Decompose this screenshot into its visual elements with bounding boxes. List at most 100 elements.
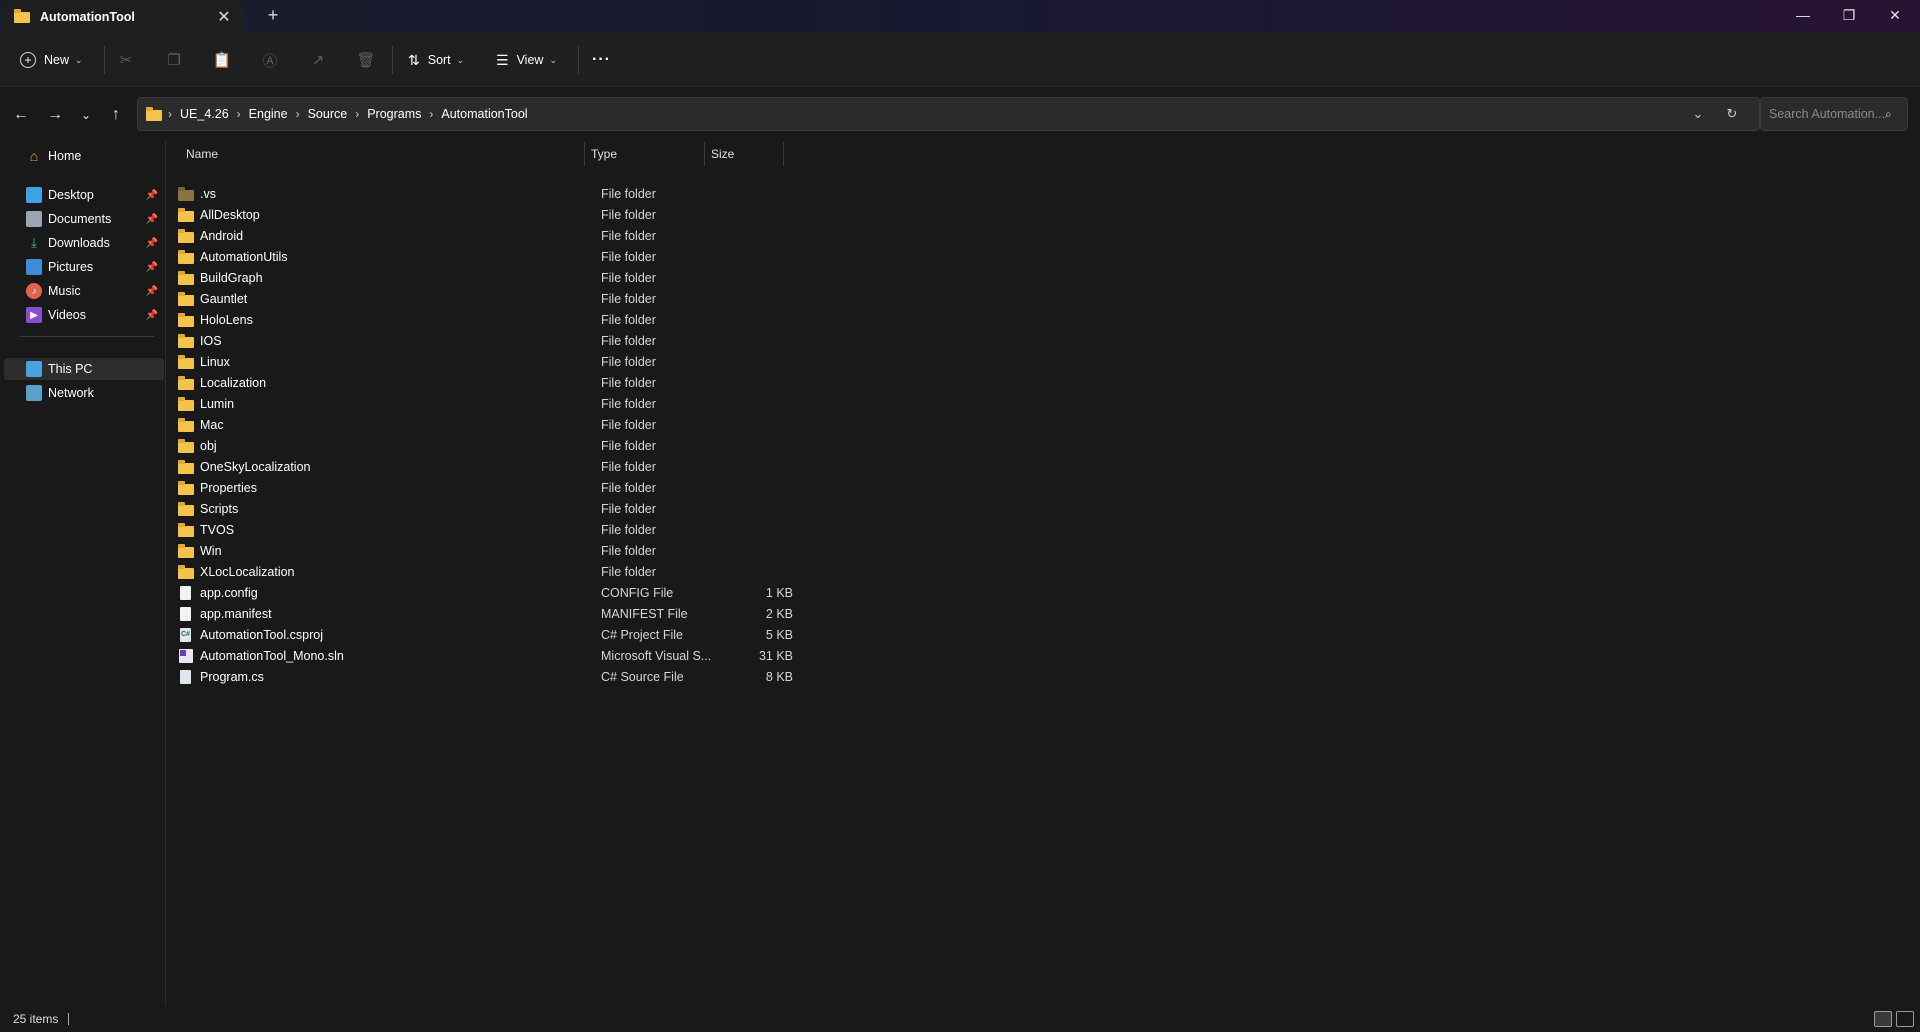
large-icons-view-icon[interactable]	[1896, 1011, 1914, 1027]
pin-icon[interactable]: 📌	[146, 238, 158, 249]
restore-button[interactable]: ❐	[1826, 0, 1872, 30]
search-box[interactable]: ⌕	[1760, 97, 1908, 131]
close-window-button[interactable]: ✕	[1872, 0, 1918, 30]
back-arrow-icon[interactable]: ←	[7, 101, 35, 129]
pin-icon[interactable]: 📌	[146, 286, 158, 297]
sort-button[interactable]: ⇅ Sort ⌄	[408, 45, 464, 75]
folder-icon	[178, 543, 194, 558]
search-input[interactable]	[1769, 107, 1885, 121]
sidebar-item-music[interactable]: ♪ Music 📌	[4, 280, 164, 302]
copy-icon[interactable]: ❐	[164, 50, 184, 70]
more-options-button[interactable]: ···	[592, 45, 611, 75]
breadcrumb-programs[interactable]: Programs	[367, 107, 421, 121]
documents-icon	[26, 211, 42, 227]
file-row[interactable]: app.manifest MANIFEST File 2 KB	[178, 603, 948, 624]
folder-row[interactable]: IOS File folder	[178, 330, 948, 351]
forward-arrow-icon[interactable]: →	[41, 101, 69, 129]
file-type: File folder	[601, 438, 656, 453]
folder-row[interactable]: Linux File folder	[178, 351, 948, 372]
file-name-cell: Scripts	[178, 498, 238, 519]
sidebar-item-desktop[interactable]: Desktop 📌	[4, 184, 164, 206]
file-type: File folder	[601, 564, 656, 579]
view-button[interactable]: ☰ View ⌄	[496, 45, 557, 75]
file-name: Win	[200, 543, 222, 558]
file-name-cell: OneSkyLocalization	[178, 456, 310, 477]
sidebar-item-label: Music	[48, 284, 81, 298]
details-view-icon[interactable]	[1874, 1011, 1892, 1027]
folder-row[interactable]: HoloLens File folder	[178, 309, 948, 330]
breadcrumb-automationtool[interactable]: AutomationTool	[441, 107, 527, 121]
chevron-down-icon: ⌄	[456, 54, 465, 65]
sidebar-item-label: Downloads	[48, 236, 110, 250]
folder-row[interactable]: BuildGraph File folder	[178, 267, 948, 288]
new-tab-button[interactable]: +	[262, 4, 284, 26]
sidebar-item-documents[interactable]: Documents 📌	[4, 208, 164, 230]
breadcrumb-separator: ›	[168, 107, 172, 121]
pin-icon[interactable]: 📌	[146, 214, 158, 225]
address-history-chevron-icon[interactable]: ⌄	[1684, 98, 1712, 130]
folder-row[interactable]: Localization File folder	[178, 372, 948, 393]
folder-row[interactable]: Mac File folder	[178, 414, 948, 435]
refresh-icon[interactable]: ↻	[1718, 98, 1746, 130]
folder-row[interactable]: Lumin File folder	[178, 393, 948, 414]
breadcrumb-source[interactable]: Source	[308, 107, 348, 121]
cut-icon[interactable]: ✂	[116, 50, 136, 70]
sidebar-item-videos[interactable]: ▶ Videos 📌	[4, 304, 164, 326]
sidebar-item-this-pc[interactable]: This PC	[4, 358, 164, 380]
file-row[interactable]: Program.cs C# Source File 8 KB	[178, 666, 948, 687]
column-header-name[interactable]: Name	[186, 140, 586, 168]
folder-row[interactable]: Properties File folder	[178, 477, 948, 498]
folder-row[interactable]: Win File folder	[178, 540, 948, 561]
folder-row[interactable]: AutomationUtils File folder	[178, 246, 948, 267]
delete-icon[interactable]: 🗑	[356, 50, 376, 70]
pin-icon[interactable]: 📌	[146, 262, 158, 273]
file-type: File folder	[601, 312, 656, 327]
file-row[interactable]: AutomationTool_Mono.sln Microsoft Visual …	[178, 645, 948, 666]
column-header-size[interactable]: Size	[711, 140, 781, 168]
folder-row[interactable]: obj File folder	[178, 435, 948, 456]
folder-row[interactable]: Gauntlet File folder	[178, 288, 948, 309]
sidebar-item-home[interactable]: ⌂ Home	[4, 145, 164, 167]
folder-row[interactable]: TVOS File folder	[178, 519, 948, 540]
folder-row[interactable]: Android File folder	[178, 225, 948, 246]
breadcrumb-engine[interactable]: Engine	[249, 107, 288, 121]
folder-icon	[178, 522, 194, 537]
file-name: OneSkyLocalization	[200, 459, 311, 474]
chevron-down-icon: ⌄	[549, 54, 557, 65]
folder-row[interactable]: .vs File folder	[178, 183, 948, 204]
folder-row[interactable]: OneSkyLocalization File folder	[178, 456, 948, 477]
file-type: MANIFEST File	[601, 606, 688, 621]
column-resize-handle[interactable]	[584, 142, 585, 166]
tab-close-icon[interactable]: ✕	[214, 7, 234, 27]
folder-row[interactable]: AllDesktop File folder	[178, 204, 948, 225]
column-resize-handle[interactable]	[704, 142, 705, 166]
folder-row[interactable]: Scripts File folder	[178, 498, 948, 519]
breadcrumb-separator: ›	[429, 107, 434, 121]
minimize-button[interactable]: —	[1780, 0, 1826, 30]
csharp-file-icon	[178, 669, 194, 684]
column-resize-handle[interactable]	[783, 142, 784, 166]
rename-icon[interactable]: Ⓐ	[260, 50, 280, 70]
share-icon[interactable]: ↗	[308, 50, 328, 70]
new-button[interactable]: + New ⌄	[20, 45, 83, 75]
file-size	[693, 498, 793, 519]
column-header-label: Type	[591, 147, 618, 161]
file-row[interactable]: C# AutomationTool.csproj C# Project File 5 …	[178, 624, 948, 645]
pin-icon[interactable]: 📌	[146, 190, 158, 201]
sidebar-item-network[interactable]: Network	[4, 382, 164, 404]
sort-icon: ⇅	[408, 51, 420, 68]
recent-locations-chevron-icon[interactable]: ⌄	[72, 101, 100, 129]
breadcrumb-ue-4-26[interactable]: UE_4.26	[180, 107, 229, 121]
folder-row[interactable]: XLocLocalization File folder	[178, 561, 948, 582]
paste-icon[interactable]: 📋	[212, 50, 232, 70]
up-arrow-icon[interactable]: ↑	[102, 101, 130, 129]
file-name-cell: Lumin	[178, 393, 234, 414]
sidebar-item-downloads[interactable]: ⤓ Downloads 📌	[4, 232, 164, 254]
file-row[interactable]: app.config CONFIG File 1 KB	[178, 582, 948, 603]
column-header-type[interactable]: Type	[591, 140, 681, 168]
toolbar-divider	[104, 46, 105, 74]
tab-automationtool[interactable]: AutomationTool ✕	[4, 1, 244, 32]
sidebar-item-pictures[interactable]: Pictures 📌	[4, 256, 164, 278]
address-bar[interactable]: › UE_4.26 › Engine › Source › Programs ›…	[137, 97, 1760, 131]
pin-icon[interactable]: 📌	[146, 310, 158, 321]
